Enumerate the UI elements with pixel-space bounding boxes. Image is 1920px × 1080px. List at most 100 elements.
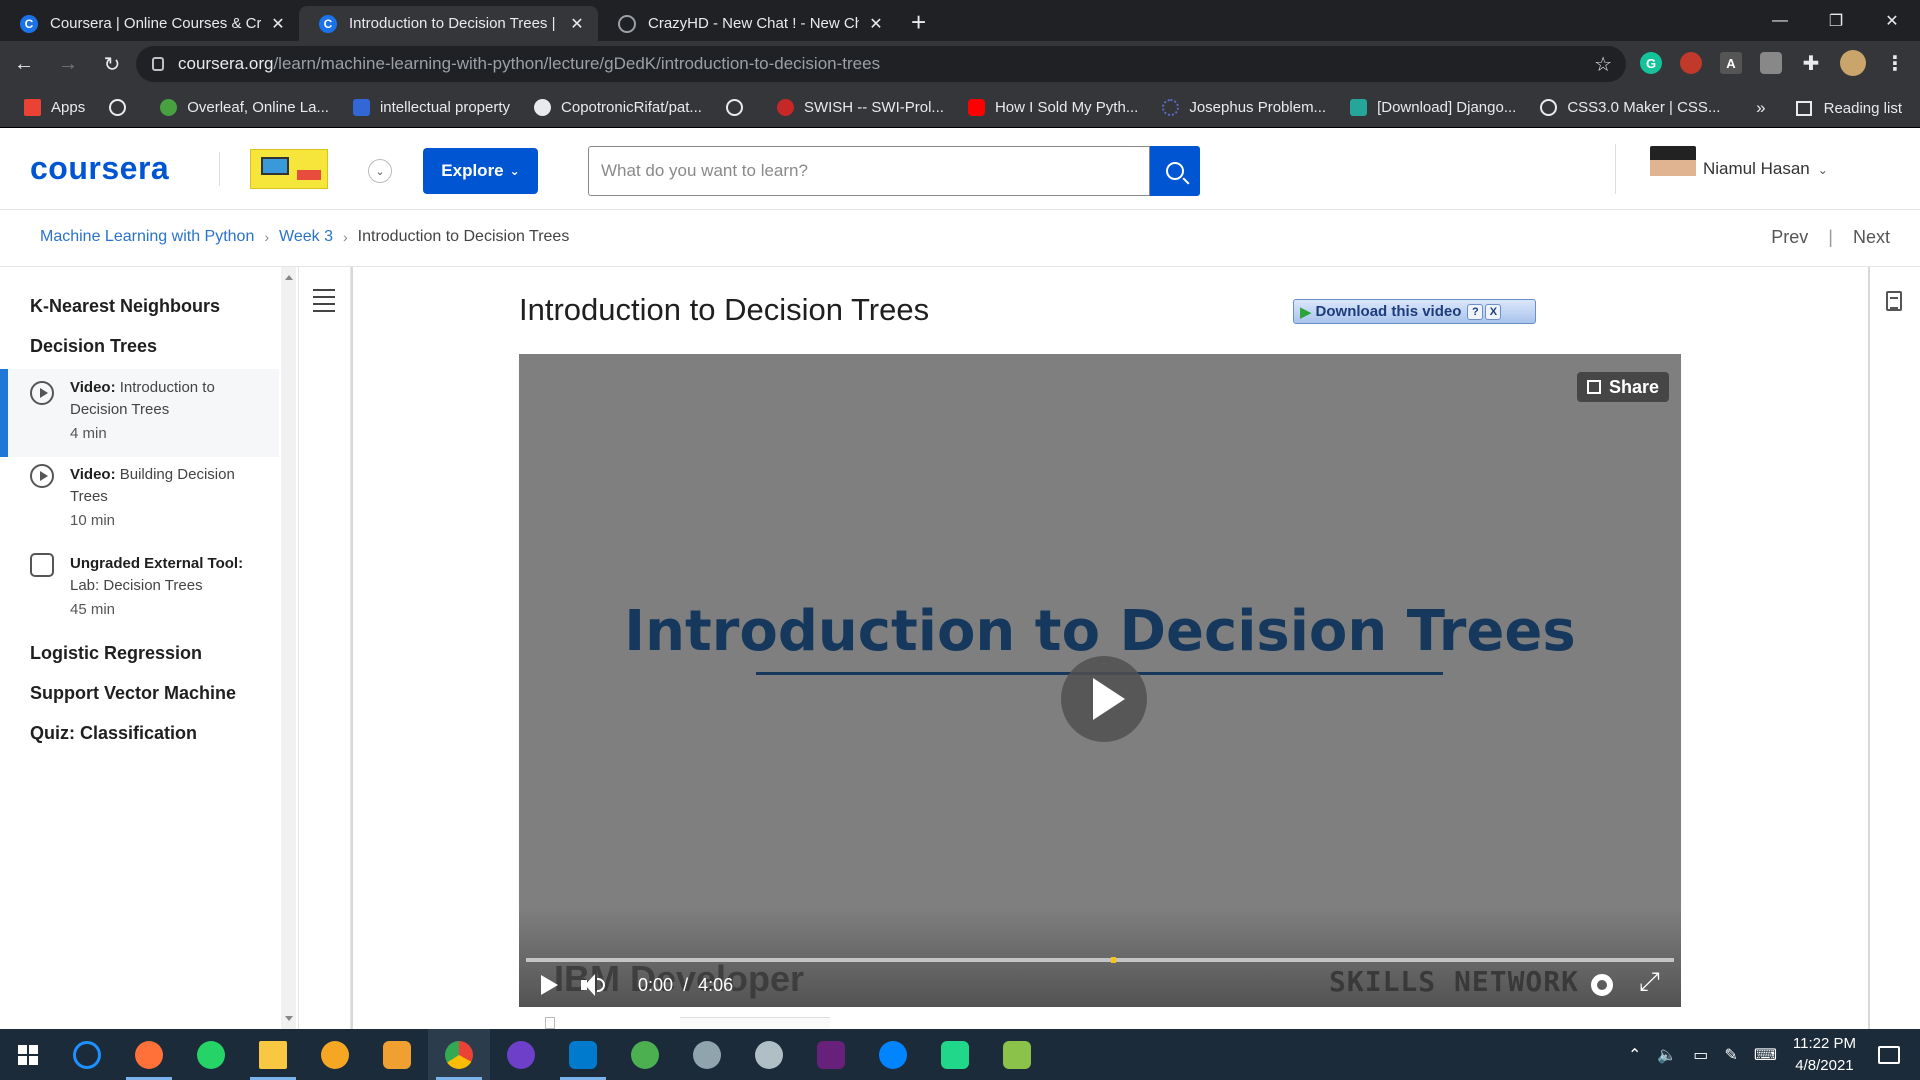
address-bar[interactable]: coursera.org/learn/machine-learning-with… [136, 46, 1626, 82]
close-window-icon[interactable]: ✕ [1864, 0, 1920, 41]
sidebar-section-knn[interactable]: K-Nearest Neighbours [30, 296, 220, 317]
bookmark-item[interactable]: How I Sold My Pyth... [967, 99, 1138, 116]
bookmark-item[interactable]: Overleaf, Online La... [160, 99, 329, 116]
bookmark-item[interactable]: CopotronicRifat/pat... [534, 99, 702, 116]
grammarly-icon[interactable]: G [1640, 52, 1662, 74]
network-icon[interactable]: ▭ [1693, 1045, 1708, 1065]
notifications-icon[interactable] [1878, 1045, 1900, 1064]
taskbar-app[interactable] [676, 1029, 738, 1080]
sidebar-section-quiz[interactable]: Quiz: Classification [30, 723, 197, 744]
bookmark-item[interactable]: [Download] Django... [1350, 99, 1516, 116]
coursera-logo[interactable]: coursera [30, 150, 169, 187]
bookmark-item[interactable]: SWISH -- SWI-Prol... [776, 99, 944, 116]
avatar[interactable] [1650, 146, 1696, 196]
explore-button[interactable]: Explore ⌄ [423, 148, 538, 194]
taskbar-app[interactable] [614, 1029, 676, 1080]
menu-kebab-icon[interactable]: ⋮ [1884, 52, 1906, 75]
transcript-icon[interactable] [545, 1017, 555, 1029]
sidebar-section-logistic-regression[interactable]: Logistic Regression [30, 643, 202, 664]
taskbar-file-explorer[interactable] [242, 1029, 304, 1080]
browser-tab-active[interactable]: C Introduction to Decision Trees | C ✕ [299, 6, 598, 41]
below-video-tab[interactable] [680, 1017, 830, 1029]
taskbar-pycharm[interactable] [924, 1029, 986, 1080]
taskbar-github-desktop[interactable] [490, 1029, 552, 1080]
settings-gear-icon[interactable] [1591, 974, 1613, 996]
taskbar-app[interactable] [986, 1029, 1048, 1080]
puzzle-icon[interactable]: ✚ [1800, 52, 1822, 75]
download-video-button[interactable]: ▶ Download this video ? X [1293, 299, 1536, 324]
scroll-down-icon[interactable] [285, 1016, 293, 1021]
scroll-up-icon[interactable] [285, 275, 293, 280]
bookmark-item[interactable] [725, 99, 753, 116]
share-button[interactable]: Share [1576, 372, 1669, 402]
search-button[interactable] [1150, 146, 1200, 196]
start-button[interactable] [0, 1029, 56, 1080]
play-overlay-button[interactable] [1061, 656, 1147, 742]
bookmark-item[interactable]: Josephus Problem... [1162, 99, 1326, 116]
sidebar-item-intro-decision-trees[interactable]: Video: Introduction to Decision Trees 4 … [0, 369, 279, 457]
fullscreen-icon[interactable] [1639, 966, 1663, 998]
sidebar-item-building-decision-trees[interactable]: Video: Building Decision Trees 10 min [0, 464, 279, 546]
pen-icon[interactable]: ✎ [1724, 1045, 1737, 1065]
taskbar-chrome[interactable] [428, 1029, 490, 1080]
taskbar-search-app[interactable] [56, 1029, 118, 1080]
extension-icon[interactable] [1680, 52, 1702, 74]
video-player[interactable]: Introduction to Decision Trees Share IBM… [519, 354, 1681, 1007]
sidebar-section-svm[interactable]: Support Vector Machine [30, 683, 236, 704]
taskbar-brave[interactable] [304, 1029, 366, 1080]
prev-button[interactable]: Prev [1771, 227, 1808, 248]
reading-list-button[interactable]: Reading list [1824, 100, 1902, 117]
taskbar-vscode[interactable] [552, 1029, 614, 1080]
search-input[interactable]: What do you want to learn? [588, 146, 1150, 196]
reload-icon[interactable]: ↻ [92, 45, 132, 85]
bookmark-item[interactable] [109, 99, 136, 116]
browser-tab[interactable]: CrazyHD - New Chat ! - New Cha ✕ [598, 6, 897, 41]
notes-icon[interactable] [1886, 291, 1902, 311]
new-tab-button[interactable]: + [911, 6, 926, 41]
profile-avatar-icon[interactable] [1840, 50, 1866, 76]
next-button[interactable]: Next [1853, 227, 1890, 248]
taskbar-app[interactable] [366, 1029, 428, 1080]
taskbar-whatsapp[interactable] [180, 1029, 242, 1080]
lock-icon[interactable] [152, 57, 164, 71]
taskbar-visual-studio[interactable] [800, 1029, 862, 1080]
back-arrow-icon[interactable]: ← [4, 45, 44, 85]
taskbar-app[interactable] [738, 1029, 800, 1080]
close-tab-icon[interactable]: ✕ [568, 14, 586, 34]
browser-tab[interactable]: C Coursera | Online Courses & Cred ✕ [0, 6, 299, 41]
breadcrumb-week-link[interactable]: Week 3 [279, 228, 333, 246]
extension-icon[interactable]: A [1720, 52, 1742, 74]
play-icon[interactable] [541, 975, 558, 995]
close-tab-icon[interactable]: ✕ [867, 14, 885, 34]
bookmark-apps[interactable]: Apps [24, 99, 85, 116]
breadcrumb-course-link[interactable]: Machine Learning with Python [40, 228, 254, 246]
sidebar-section-decision-trees[interactable]: Decision Trees [30, 336, 157, 357]
user-menu[interactable]: Niamul Hasan ⌄ [1703, 159, 1828, 179]
list-icon[interactable] [313, 289, 335, 312]
sidebar-item-lab-decision-trees[interactable]: Ungraded External Tool: Lab: Decision Tr… [0, 553, 279, 635]
bookmark-item[interactable]: CSS3.0 Maker | CSS... [1540, 99, 1720, 116]
bookmark-star-icon[interactable]: ☆ [1594, 52, 1612, 77]
restore-icon[interactable]: ❐ [1808, 0, 1864, 41]
partner-logo[interactable] [250, 149, 328, 189]
keyboard-icon[interactable]: ⌨ [1754, 1045, 1777, 1065]
video-progress-bar[interactable] [526, 957, 1674, 963]
minimize-icon[interactable]: — [1752, 0, 1808, 41]
speaker-icon[interactable]: 🔈 [1657, 1045, 1677, 1065]
sidebar-scrollbar[interactable] [281, 267, 296, 1029]
taskbar-firefox[interactable] [118, 1029, 180, 1080]
bookmark-item[interactable]: intellectual property [352, 99, 510, 116]
clock[interactable]: 11:22 PM 4/8/2021 [1793, 1033, 1856, 1077]
chevron-down-icon[interactable]: ⌄ [368, 159, 392, 183]
more-bookmarks-icon[interactable]: » [1756, 98, 1765, 118]
close-tab-icon[interactable]: ✕ [269, 14, 287, 34]
camera-icon[interactable] [1760, 52, 1782, 74]
chevron-up-icon[interactable]: ⌃ [1628, 1045, 1641, 1065]
taskbar-messenger[interactable] [862, 1029, 924, 1080]
close-icon[interactable]: X [1485, 303, 1502, 320]
url-text[interactable]: coursera.org/learn/machine-learning-with… [178, 54, 880, 74]
forward-arrow-icon[interactable]: → [48, 45, 88, 85]
loading-icon [1162, 99, 1180, 116]
volume-icon[interactable] [581, 974, 607, 996]
help-icon[interactable]: ? [1467, 303, 1484, 320]
